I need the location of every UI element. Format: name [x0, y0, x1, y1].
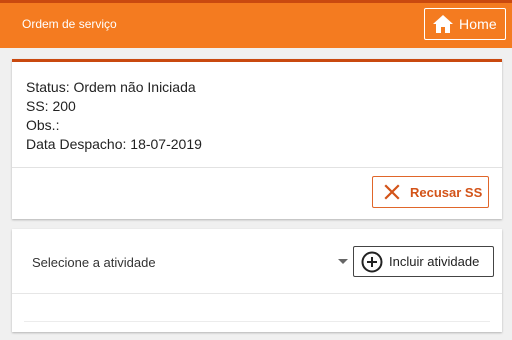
- order-dispatch-date: Data Despacho: 18-07-2019: [26, 136, 202, 152]
- home-button-label: Home: [459, 16, 497, 32]
- include-activity-label: Incluir atividade: [389, 254, 480, 269]
- refuse-ss-button[interactable]: Recusar SS: [372, 176, 489, 208]
- activity-card: Selecione a atividade Incluir atividade: [12, 229, 502, 332]
- activity-select[interactable]: Selecione a atividade: [32, 249, 348, 275]
- home-icon: [432, 14, 454, 34]
- caret-down-icon: [338, 259, 348, 264]
- order-details-card: Status: Ordem não Iniciada SS: 200 Obs.:…: [12, 59, 502, 219]
- home-button[interactable]: Home: [424, 8, 506, 40]
- card-divider: [12, 167, 502, 168]
- close-icon: [384, 184, 400, 200]
- app-header: Ordem de serviço Home: [0, 0, 512, 48]
- order-ss-number: SS: 200: [26, 98, 76, 114]
- refuse-ss-label: Recusar SS: [410, 184, 483, 200]
- order-status: Status: Ordem não Iniciada: [26, 79, 196, 95]
- include-activity-button[interactable]: Incluir atividade: [353, 246, 494, 277]
- list-divider: [24, 321, 490, 322]
- card-divider: [12, 293, 502, 294]
- order-observations: Obs.:: [26, 117, 60, 133]
- activity-select-value: Selecione a atividade: [32, 254, 156, 270]
- plus-circle-icon: [361, 251, 383, 273]
- header-top-stripe: [0, 0, 512, 3]
- order-info: Status: Ordem não Iniciada SS: 200 Obs.:…: [26, 78, 202, 154]
- page-title: Ordem de serviço: [22, 17, 117, 31]
